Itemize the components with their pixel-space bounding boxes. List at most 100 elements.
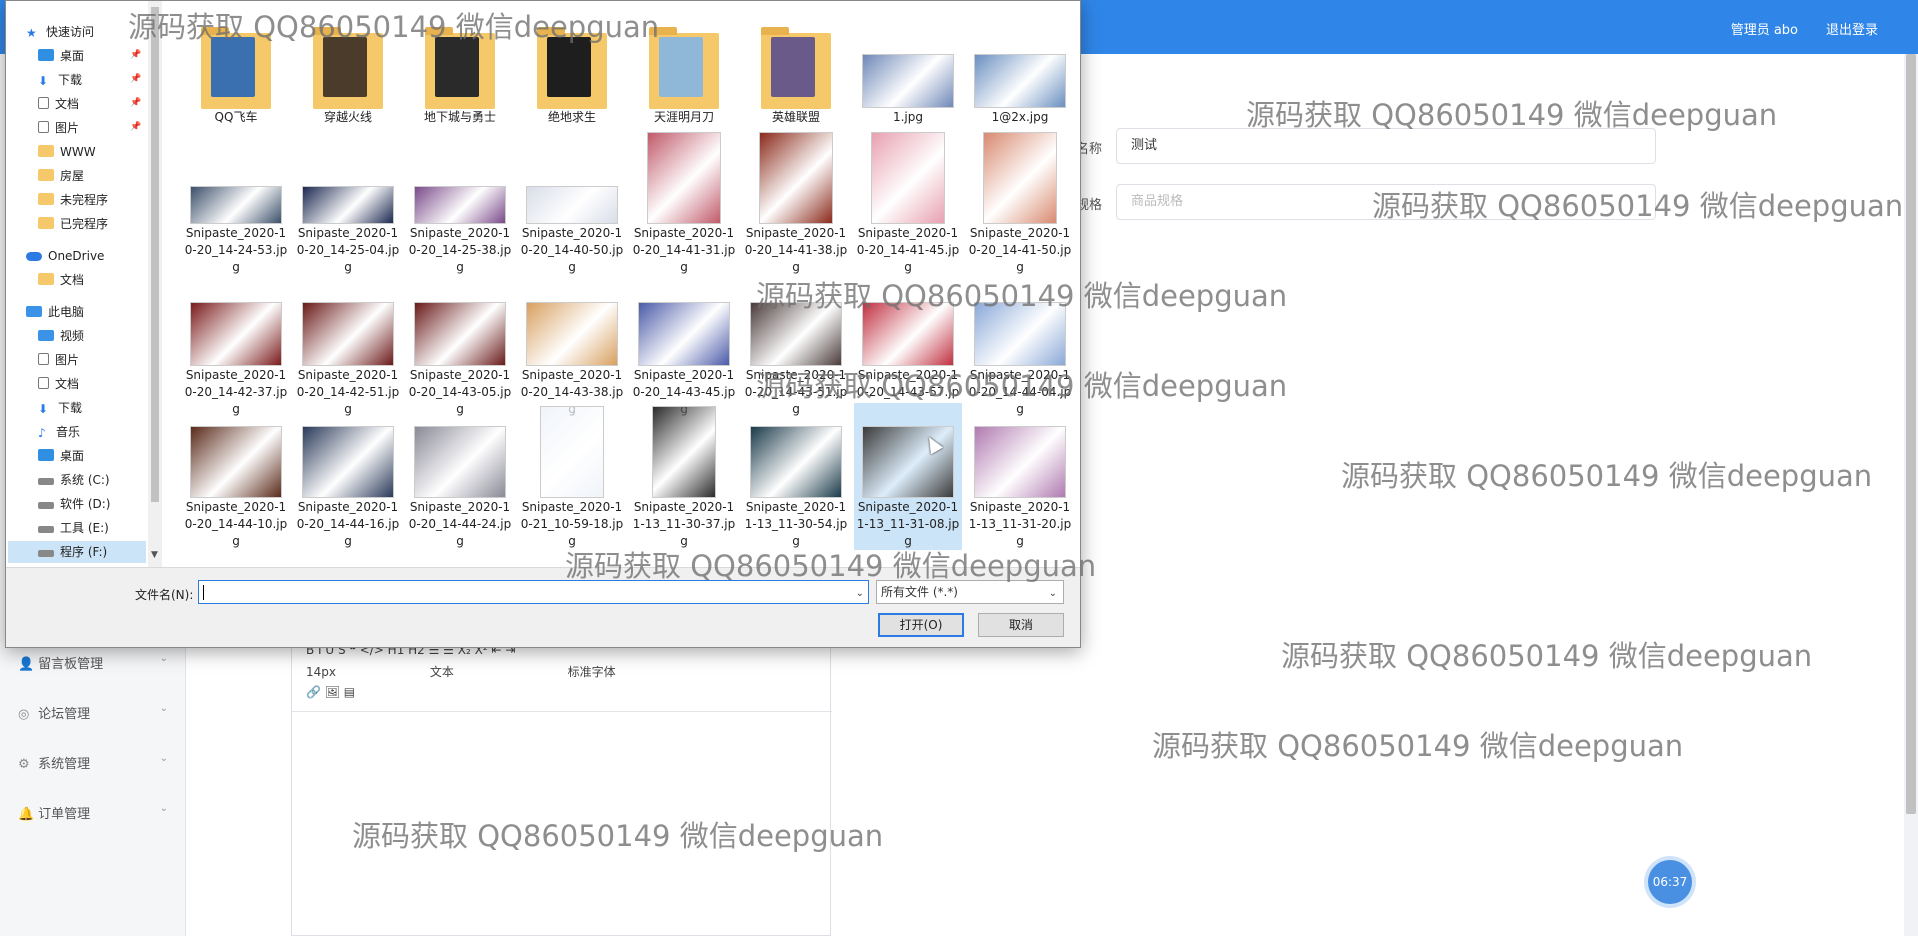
nav-item[interactable]: 软件 (D:) [38,493,110,515]
folder-item[interactable]: 天涯明月刀 [630,13,738,126]
file-item[interactable]: Snipaste_2020-11-13_11-31-20.jpg [966,403,1074,550]
thumbnail [518,403,626,499]
file-item[interactable]: Snipaste_2020-10-20_14-25-38.jpg [406,129,514,276]
folder-item[interactable]: 穿越火线 [294,13,402,126]
logout-link[interactable]: 退出登录 [1826,19,1878,38]
name-field[interactable]: 测试 [1116,128,1656,164]
editor-toolbar-insert[interactable]: 🔗 🖼 ▤ [306,685,355,699]
file-item[interactable]: Snipaste_2020-10-20_14-43-05.jpg [406,271,514,418]
nav-item[interactable]: 工具 (E:) [38,517,109,539]
pictures-icon [38,121,49,133]
file-item[interactable]: Snipaste_2020-10-21_10-59-18.jpg [518,403,626,550]
file-item[interactable]: Snipaste_2020-10-20_14-41-38.jpg [742,129,850,276]
file-item[interactable]: Snipaste_2020-10-20_14-44-04.jpg [966,271,1074,418]
nav-item[interactable]: 已完程序 [38,213,108,235]
file-item[interactable]: Snipaste_2020-10-20_14-43-45.jpg [630,271,738,418]
thumbnail [182,403,290,499]
nav-item[interactable]: WWW [38,141,96,163]
sidebar-item-forum[interactable]: ◎ 论坛管理 ⌄ [18,703,168,727]
file-item[interactable]: Snipaste_2020-10-20_14-43-38.jpg [518,271,626,418]
nav-item[interactable]: 图片 [38,349,79,371]
chevron-down-icon[interactable]: ⌄ [856,583,864,605]
file-item[interactable]: Snipaste_2020-10-20_14-44-10.jpg [182,403,290,550]
nav-item[interactable]: ⬇ 下载 [38,397,82,419]
sidebar-item-message-board[interactable]: 👤 留言板管理 ⌄ [18,653,168,677]
folder-icon [38,193,54,205]
rich-text-editor[interactable]: B I U S ❝ </> H1 H2 ☰ ☰ X₂ X² ⇤ ⇥ 14px 文… [291,640,832,936]
image-thumbnail [653,407,715,497]
nav-item[interactable]: 桌面 [38,45,84,67]
nav-scrollbar-thumb[interactable] [151,7,159,502]
image-thumbnail [639,303,729,365]
file-type-select[interactable]: 所有文件 (*.*) ⌄ [876,580,1064,604]
file-name: Snipaste_2020-11-13_11-31-08.jpg [854,499,962,550]
nav-item[interactable]: 程序 (F:) [8,541,146,563]
file-name: Snipaste_2020-10-20_14-41-50.jpg [968,226,1072,274]
filename-input[interactable]: ⌄ [198,580,869,604]
nav-item[interactable]: OneDrive [26,245,104,267]
file-item[interactable]: Snipaste_2020-10-20_14-41-45.jpg [854,129,962,276]
spec-field[interactable]: 商品规格 [1116,184,1656,220]
drive-icon [38,550,54,557]
nav-item[interactable]: 未完程序 [38,189,108,211]
nav-item[interactable]: 文档 [38,93,79,115]
image-thumbnail [751,427,841,497]
file-item[interactable]: Snipaste_2020-10-20_14-24-53.jpg [182,129,290,276]
open-button[interactable]: 打开(O) [878,613,964,637]
file-item[interactable]: 1@2x.jpg [966,13,1074,126]
file-item[interactable]: Snipaste_2020-10-20_14-44-24.jpg [406,403,514,550]
sidebar-item-system[interactable]: ⚙ 系统管理 ⌄ [18,753,168,777]
folder-item[interactable]: QQ飞车 [182,13,290,126]
image-thumbnail [415,303,505,365]
file-item[interactable]: Snipaste_2020-10-20_14-43-57.jpg [854,271,962,418]
nav-item[interactable]: 系统 (C:) [38,469,110,491]
file-item[interactable]: Snipaste_2020-11-13_11-30-37.jpg [630,403,738,550]
file-item[interactable]: Snipaste_2020-10-20_14-40-50.jpg [518,129,626,276]
file-item[interactable]: Snipaste_2020-10-20_14-25-04.jpg [294,129,402,276]
thumbnail [966,403,1074,499]
file-item[interactable]: Snipaste_2020-11-13_11-30-54.jpg [742,403,850,550]
file-item[interactable]: Snipaste_2020-10-20_14-42-51.jpg [294,271,402,418]
chevron-down-icon[interactable]: ▼ [151,550,158,560]
navigation-pane: ★ 快速访问 桌面 📌 ⬇ 下载 📌 文档 📌 图片 📌 WWW 房屋 未完程序 已完程序 OneDrive 文… [6,1,146,567]
chevron-down-icon: ⌄ [159,803,168,814]
thumbnail [742,129,850,225]
file-item[interactable]: Snipaste_2020-10-20_14-43-51.jpg [742,271,850,418]
file-item[interactable]: Snipaste_2020-10-20_14-41-50.jpg [966,129,1074,276]
screen: { "colors": { "topbar": "#2f86e8", "acce… [0,0,1918,936]
sidebar-item-orders[interactable]: 🔔 订单管理 ⌄ [18,803,168,827]
nav-item[interactable]: 房屋 [38,165,84,187]
file-item[interactable]: Snipaste_2020-10-20_14-42-37.jpg [182,271,290,418]
file-name: Snipaste_2020-10-21_10-59-18.jpg [520,500,624,548]
image-thumbnail [863,427,953,497]
file-item[interactable]: Snipaste_2020-10-20_14-44-16.jpg [294,403,402,550]
folder-item[interactable]: 绝地求生 [518,13,626,126]
nav-item[interactable]: ♪ 音乐 [38,421,80,443]
nav-item[interactable]: ★ 快速访问 [26,21,94,43]
file-item[interactable]: Snipaste_2020-11-13_11-31-08.jpg [854,403,962,550]
nav-item[interactable]: 视频 [38,325,84,347]
folder-item[interactable]: 地下城与勇士 [406,13,514,126]
nav-item[interactable]: ⬇ 下载 [38,69,82,91]
font-size-select[interactable]: 14px [306,665,336,679]
nav-item[interactable]: 桌面 [38,445,84,467]
editor-toolbar-style[interactable]: 14px 文本 标准字体 [306,663,616,680]
nav-item[interactable]: 此电脑 [26,301,84,323]
font-family-select[interactable]: 标准字体 [568,665,616,679]
page-scrollbar[interactable] [1906,54,1916,814]
nav-item-label: 文档 [60,273,85,287]
desktop-icon [38,449,54,461]
nav-scrollbar[interactable]: ▼ [148,1,162,567]
download-icon: ⬇ [38,74,49,88]
nav-item[interactable]: 文档 [38,269,84,291]
nav-item[interactable]: 图片 [38,117,79,139]
thumbnail [406,403,514,499]
nav-item[interactable]: 文档 [38,373,79,395]
admin-user-label[interactable]: 管理员 abo [1731,19,1798,38]
folder-icon [537,27,607,109]
folder-item[interactable]: 英雄联盟 [742,13,850,126]
cancel-button[interactable]: 取消 [978,613,1064,637]
file-item[interactable]: 1.jpg [854,13,962,126]
file-item[interactable]: Snipaste_2020-10-20_14-41-31.jpg [630,129,738,276]
paragraph-style-select[interactable]: 文本 [430,665,454,679]
